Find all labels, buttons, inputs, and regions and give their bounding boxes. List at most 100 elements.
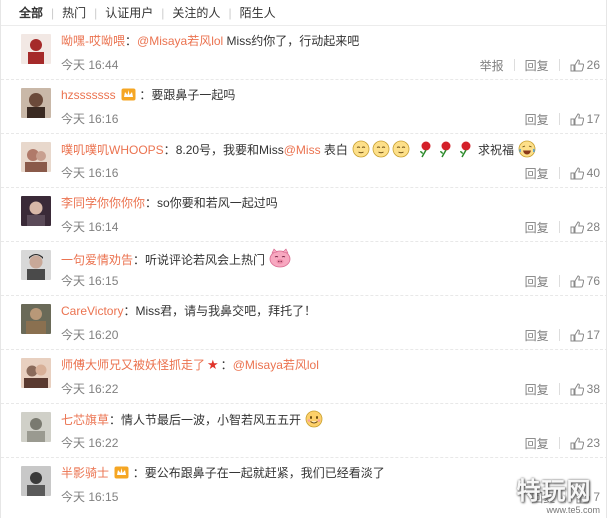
like-count: 17 <box>586 112 600 126</box>
like-count: 40 <box>586 166 600 180</box>
like-count: 76 <box>586 274 600 288</box>
comment-time: 今天 16:15 <box>61 490 119 504</box>
comment-text-after: 求祝福 <box>477 143 514 157</box>
reply-button[interactable]: 回复 <box>525 111 549 128</box>
reply-button[interactable]: 回复 <box>525 57 549 74</box>
comment-separator: ： <box>220 358 233 372</box>
action-divider <box>558 275 560 287</box>
smirk-face-icon <box>305 410 323 428</box>
like-count: 23 <box>586 436 600 450</box>
watermark-text: 特玩网 <box>516 477 592 505</box>
thumbs-up-icon <box>570 220 584 233</box>
comment-mention[interactable]: @Misaya若风lol <box>137 34 223 48</box>
comment-filter-bar: 全部 | 热门 | 认证用户 | 关注的人 | 陌生人 <box>1 0 606 26</box>
like-button[interactable]: 76 <box>570 274 600 288</box>
comment-item: 七芯旗草：情人节最后一波，小智若风五五开 今天 16:22 回复 23 <box>1 404 606 458</box>
shy-face-icon <box>392 140 410 158</box>
action-divider <box>513 59 515 71</box>
like-button[interactable]: 17 <box>570 328 600 342</box>
comment-item: 一句爱情劝告：听说评论若风会上热门 今天 16:15 回复 76 <box>1 242 606 296</box>
like-button[interactable]: 38 <box>570 382 600 396</box>
like-button[interactable]: 23 <box>570 436 600 450</box>
reply-button[interactable]: 回复 <box>525 327 549 344</box>
filter-tab-strangers[interactable]: 陌生人 <box>240 4 276 21</box>
comment-username[interactable]: CareVictory <box>61 304 123 318</box>
avatar[interactable] <box>21 304 51 334</box>
avatar[interactable] <box>21 88 51 118</box>
like-count: 26 <box>586 58 600 72</box>
thumbs-up-icon <box>570 274 584 287</box>
reply-button[interactable]: 回复 <box>525 165 549 182</box>
comment-text: 情人节最后一波，小智若风五五开 <box>121 413 302 427</box>
avatar[interactable] <box>21 142 51 172</box>
comment-username[interactable]: 七芯旗草 <box>61 413 109 427</box>
report-button[interactable]: 举报 <box>480 57 504 74</box>
filter-tab-hot[interactable]: 热门 <box>62 4 86 21</box>
reply-button[interactable]: 回复 <box>525 273 549 290</box>
action-divider <box>558 383 560 395</box>
comment-text: so你要和若风一起过吗 <box>157 196 278 210</box>
watermark-url: www.te5.com <box>546 505 600 515</box>
comment-time: 今天 16:15 <box>61 274 119 288</box>
comment-separator: ： <box>145 196 158 210</box>
like-button[interactable]: 28 <box>570 220 600 234</box>
thumbs-up-icon <box>570 112 584 125</box>
like-button[interactable]: 40 <box>570 166 600 180</box>
like-button[interactable]: 26 <box>570 58 600 72</box>
comment-separator: ： <box>132 466 145 480</box>
comment-item: hzsssssss ：要跟鼻子一起吗 今天 16:16 回复 17 <box>1 80 606 134</box>
comment-username[interactable]: 呦嘿-哎呦喂 <box>61 34 125 48</box>
action-divider <box>558 221 560 233</box>
avatar[interactable] <box>21 358 51 388</box>
comment-username[interactable]: 噗叽噗叽WHOOPS <box>61 143 164 157</box>
comment-username[interactable]: 半影骑士 <box>61 466 109 480</box>
thumbs-up-icon <box>570 58 584 71</box>
avatar[interactable] <box>21 466 51 496</box>
comment-username[interactable]: hzsssssss <box>61 88 116 102</box>
thumbs-up-icon <box>570 166 584 179</box>
comment-username[interactable]: 李同学你你你你 <box>61 196 145 210</box>
filter-separator: | <box>94 5 98 20</box>
like-count: 17 <box>586 328 600 342</box>
laughing-tears-icon <box>518 140 536 158</box>
comment-item: CareVictory：Miss君，请与我鼻交吧，拜托了！ 今天 16:20 回… <box>1 296 606 350</box>
avatar[interactable] <box>21 196 51 226</box>
comment-text: 表白 <box>320 143 348 157</box>
thumbs-up-icon <box>570 382 584 395</box>
comment-separator: ： <box>133 253 146 267</box>
comment-time: 今天 16:14 <box>61 220 119 234</box>
rose-icon <box>459 141 471 158</box>
reply-button[interactable]: 回复 <box>525 219 549 236</box>
avatar[interactable] <box>21 412 51 442</box>
watermark: 特玩网 www.te5.com <box>508 476 601 516</box>
comment-item: 噗叽噗叽WHOOPS：8.20号，我要和Miss@Miss 表白 求祝福 今天 … <box>1 134 606 188</box>
rose-icon <box>439 141 451 158</box>
comment-separator: ： <box>123 304 136 318</box>
comment-text-before: 8.20号，我要和Miss <box>175 143 284 157</box>
comment-username[interactable]: 师傅大师兄又被妖怪抓走了 <box>61 358 205 372</box>
action-divider <box>558 167 560 179</box>
comment-username[interactable]: 一句爱情劝告 <box>61 253 133 267</box>
avatar[interactable] <box>21 34 51 64</box>
comment-mention[interactable]: @Miss <box>284 143 321 157</box>
like-button[interactable]: 17 <box>570 112 600 126</box>
reply-button[interactable]: 回复 <box>525 435 549 452</box>
comment-time: 今天 16:20 <box>61 328 119 342</box>
comment-item: 师傅大师兄又被妖怪抓走了 ★ ：@Misaya若风lol 今天 16:22 回复 3… <box>1 350 606 404</box>
avatar[interactable] <box>21 250 51 280</box>
filter-tab-following[interactable]: 关注的人 <box>172 4 220 21</box>
action-divider <box>558 113 560 125</box>
comment-mention[interactable]: @Misaya若风lol <box>233 358 319 372</box>
filter-tab-all[interactable]: 全部 <box>19 4 43 21</box>
filter-tab-verified[interactable]: 认证用户 <box>105 4 153 21</box>
filter-separator: | <box>228 5 232 20</box>
comment-separator: ： <box>109 413 122 427</box>
shy-face-icon <box>352 140 370 158</box>
action-divider <box>558 59 560 71</box>
reply-button[interactable]: 回复 <box>525 381 549 398</box>
comment-separator: ： <box>125 34 138 48</box>
vip-crown-icon <box>114 466 129 479</box>
shy-face-icon <box>372 140 390 158</box>
action-divider <box>558 437 560 449</box>
comment-text: 要公布跟鼻子在一起就赶紧，我们已经看淡了 <box>144 466 385 480</box>
